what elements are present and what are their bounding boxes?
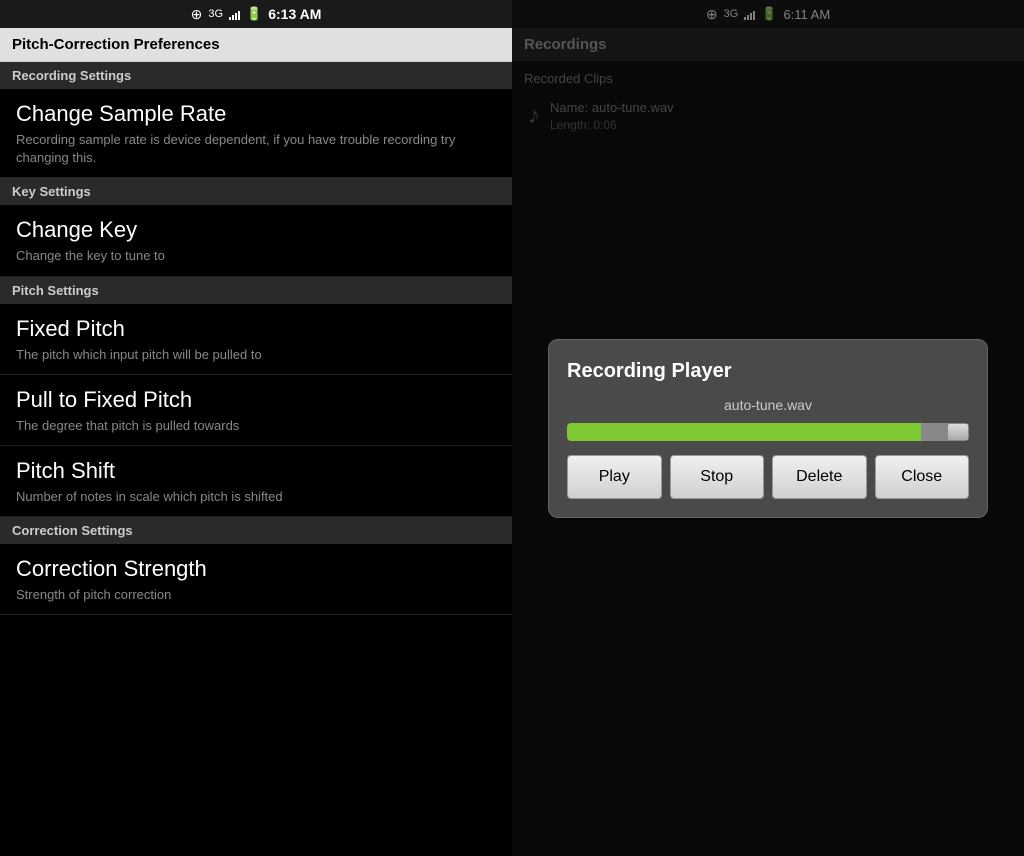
pref-pull-to-fixed-pitch[interactable]: Pull to Fixed Pitch The degree that pitc… bbox=[0, 375, 512, 446]
pref-pitch-shift[interactable]: Pitch Shift Number of notes in scale whi… bbox=[0, 446, 512, 517]
pref-desc-pitch-shift: Number of notes in scale which pitch is … bbox=[16, 488, 496, 506]
pref-fixed-pitch[interactable]: Fixed Pitch The pitch which input pitch … bbox=[0, 304, 512, 375]
signal-bars-icon bbox=[229, 8, 240, 20]
battery-icon: 🔋 bbox=[246, 6, 262, 22]
close-button[interactable]: Close bbox=[875, 455, 970, 499]
dialog-buttons: Play Stop Delete Close bbox=[567, 455, 969, 499]
section-pitch-settings: Pitch Settings bbox=[0, 277, 512, 304]
dialog-filename: auto-tune.wav bbox=[567, 397, 969, 413]
pref-title-pull-to-fixed-pitch: Pull to Fixed Pitch bbox=[16, 387, 496, 413]
dialog-title: Recording Player bbox=[567, 360, 969, 383]
pref-title-pitch-shift: Pitch Shift bbox=[16, 458, 496, 484]
left-app-title: Pitch-Correction Preferences bbox=[0, 28, 512, 62]
progress-bar-fill bbox=[567, 423, 921, 441]
progress-bar-thumb bbox=[947, 423, 969, 441]
pref-desc-change-key: Change the key to tune to bbox=[16, 247, 496, 265]
dialog-overlay: Recording Player auto-tune.wav Play Stop… bbox=[512, 0, 1024, 856]
pref-desc-fixed-pitch: The pitch which input pitch will be pull… bbox=[16, 346, 496, 364]
pref-correction-strength[interactable]: Correction Strength Strength of pitch co… bbox=[0, 544, 512, 615]
left-status-bar: ⊕ 3G 🔋 6:13 AM bbox=[0, 0, 512, 28]
pref-title-change-sample-rate: Change Sample Rate bbox=[16, 101, 496, 127]
pref-change-key[interactable]: Change Key Change the key to tune to bbox=[0, 205, 512, 276]
left-network-label: 3G bbox=[208, 8, 223, 20]
left-panel: ⊕ 3G 🔋 6:13 AM Pitch-Correction Preferen… bbox=[0, 0, 512, 856]
pref-change-sample-rate[interactable]: Change Sample Rate Recording sample rate… bbox=[0, 89, 512, 178]
pref-desc-change-sample-rate: Recording sample rate is device dependen… bbox=[16, 131, 496, 167]
section-correction-settings: Correction Settings bbox=[0, 517, 512, 544]
gps-icon: ⊕ bbox=[191, 6, 203, 23]
play-button[interactable]: Play bbox=[567, 455, 662, 499]
section-recording-settings: Recording Settings bbox=[0, 62, 512, 89]
pref-title-correction-strength: Correction Strength bbox=[16, 556, 496, 582]
delete-button[interactable]: Delete bbox=[772, 455, 867, 499]
recording-player-dialog: Recording Player auto-tune.wav Play Stop… bbox=[548, 339, 988, 518]
progress-bar-container[interactable] bbox=[567, 423, 969, 441]
right-panel: ⊕ 3G 🔋 6:11 AM Recordings Recorded Clips… bbox=[512, 0, 1024, 856]
pref-title-fixed-pitch: Fixed Pitch bbox=[16, 316, 496, 342]
left-time: 6:13 AM bbox=[268, 6, 321, 22]
pref-desc-correction-strength: Strength of pitch correction bbox=[16, 586, 496, 604]
pref-title-change-key: Change Key bbox=[16, 217, 496, 243]
pref-desc-pull-to-fixed-pitch: The degree that pitch is pulled towards bbox=[16, 417, 496, 435]
section-key-settings: Key Settings bbox=[0, 178, 512, 205]
stop-button[interactable]: Stop bbox=[670, 455, 765, 499]
